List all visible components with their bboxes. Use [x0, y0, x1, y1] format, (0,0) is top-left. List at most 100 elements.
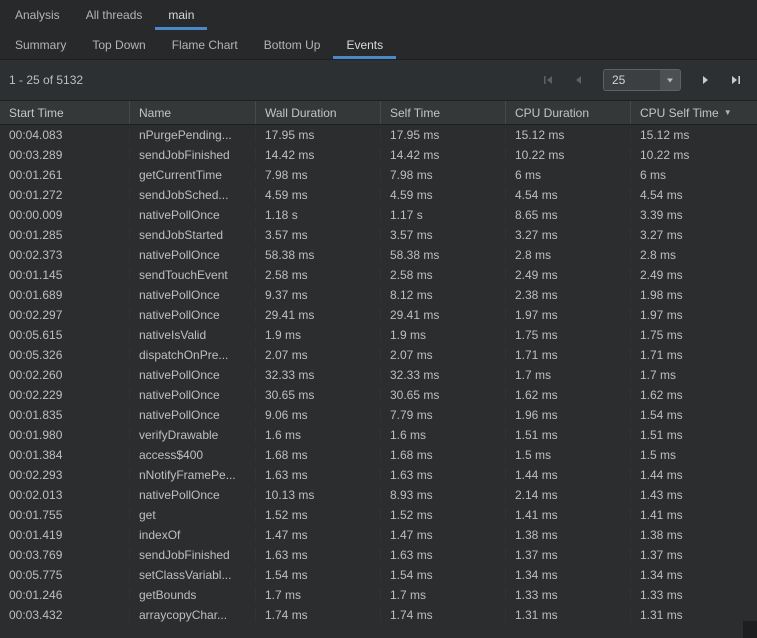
tab-label: Flame Chart	[172, 38, 238, 52]
table-row[interactable]: 00:02.229nativePollOnce30.65 ms30.65 ms1…	[0, 385, 757, 405]
table-cell: 9.37 ms	[256, 288, 381, 302]
table-row[interactable]: 00:05.326dispatchOnPre...2.07 ms2.07 ms1…	[0, 345, 757, 365]
table-cell: 00:03.769	[0, 548, 130, 562]
table-row[interactable]: 00:01.835nativePollOnce9.06 ms7.79 ms1.9…	[0, 405, 757, 425]
table-cell: 1.52 ms	[381, 508, 506, 522]
next-page-button[interactable]	[693, 68, 719, 92]
table-row[interactable]: 00:03.432arraycopyChar...1.74 ms1.74 ms1…	[0, 605, 757, 625]
table-row[interactable]: 00:02.013nativePollOnce10.13 ms8.93 ms2.…	[0, 485, 757, 505]
table-row[interactable]: 00:03.289sendJobFinished14.42 ms14.42 ms…	[0, 145, 757, 165]
column-header-wall-duration[interactable]: Wall Duration	[256, 101, 381, 124]
table-row[interactable]: 00:01.689nativePollOnce9.37 ms8.12 ms2.3…	[0, 285, 757, 305]
table-row[interactable]: 00:04.083nPurgePending...17.95 ms17.95 m…	[0, 125, 757, 145]
table-row[interactable]: 00:02.297nativePollOnce29.41 ms29.41 ms1…	[0, 305, 757, 325]
table-cell: 1.63 ms	[381, 468, 506, 482]
table-cell: 29.41 ms	[256, 308, 381, 322]
table-row[interactable]: 00:01.272sendJobSched...4.59 ms4.59 ms4.…	[0, 185, 757, 205]
table-cell: 9.06 ms	[256, 408, 381, 422]
tab-flame-chart[interactable]: Flame Chart	[159, 30, 251, 59]
table-row[interactable]: 00:05.775setClassVariabl...1.54 ms1.54 m…	[0, 565, 757, 585]
table-cell: 00:00.009	[0, 208, 130, 222]
table-cell: 1.54 ms	[256, 568, 381, 582]
chevron-down-icon	[660, 70, 680, 90]
table-row[interactable]: 00:01.261getCurrentTime7.98 ms7.98 ms6 m…	[0, 165, 757, 185]
tab-summary[interactable]: Summary	[2, 30, 79, 59]
tab-label: Bottom Up	[264, 38, 321, 52]
table-cell: 14.42 ms	[381, 148, 506, 162]
table-row[interactable]: 00:02.260nativePollOnce32.33 ms32.33 ms1…	[0, 365, 757, 385]
table-cell: 10.13 ms	[256, 488, 381, 502]
table-row[interactable]: 00:05.615nativeIsValid1.9 ms1.9 ms1.75 m…	[0, 325, 757, 345]
table-cell: 1.74 ms	[381, 608, 506, 622]
next-page-icon	[700, 74, 712, 86]
table-cell: 2.8 ms	[631, 248, 757, 262]
column-header-cpu-self-time[interactable]: CPU Self Time ▼	[631, 101, 757, 124]
table-cell: 4.54 ms	[631, 188, 757, 202]
table-cell: 00:01.285	[0, 228, 130, 242]
last-page-button[interactable]	[723, 68, 749, 92]
table-cell: 00:03.432	[0, 608, 130, 622]
table-cell: 1.17 s	[381, 208, 506, 222]
first-page-button[interactable]	[535, 68, 561, 92]
table-cell: 00:01.755	[0, 508, 130, 522]
table-cell: 1.54 ms	[381, 568, 506, 582]
table-cell: 7.98 ms	[381, 168, 506, 182]
table-cell: 1.97 ms	[506, 308, 631, 322]
table-row[interactable]: 00:01.246getBounds1.7 ms1.7 ms1.33 ms1.3…	[0, 585, 757, 605]
table-cell: 4.59 ms	[256, 188, 381, 202]
column-header-name[interactable]: Name	[130, 101, 256, 124]
table-row[interactable]: 00:01.285sendJobStarted3.57 ms3.57 ms3.2…	[0, 225, 757, 245]
column-header-self-time[interactable]: Self Time	[381, 101, 506, 124]
column-header-label: Start Time	[9, 106, 64, 120]
table-cell: nPurgePending...	[130, 128, 256, 142]
table-cell: nativePollOnce	[130, 488, 256, 502]
table-cell: 00:02.229	[0, 388, 130, 402]
table-cell: sendJobStarted	[130, 228, 256, 242]
table-cell: 1.68 ms	[256, 448, 381, 462]
previous-page-icon	[572, 74, 584, 86]
table-cell: 1.18 s	[256, 208, 381, 222]
table-cell: 1.63 ms	[256, 468, 381, 482]
table-cell: 3.57 ms	[381, 228, 506, 242]
column-header-start-time[interactable]: Start Time	[0, 101, 130, 124]
table-row[interactable]: 00:01.980verifyDrawable1.6 ms1.6 ms1.51 …	[0, 425, 757, 445]
table-cell: 1.7 ms	[256, 588, 381, 602]
table-row[interactable]: 00:01.419indexOf1.47 ms1.47 ms1.38 ms1.3…	[0, 525, 757, 545]
table-cell: 1.96 ms	[506, 408, 631, 422]
table-cell: nativeIsValid	[130, 328, 256, 342]
table-row[interactable]: 00:00.009nativePollOnce1.18 s1.17 s8.65 …	[0, 205, 757, 225]
table-row[interactable]: 00:01.145sendTouchEvent2.58 ms2.58 ms2.4…	[0, 265, 757, 285]
table-cell: 00:01.384	[0, 448, 130, 462]
last-page-icon	[730, 74, 742, 86]
table-cell: 1.62 ms	[506, 388, 631, 402]
table-cell: nativePollOnce	[130, 208, 256, 222]
tab-all-threads[interactable]: All threads	[73, 0, 156, 30]
table-cell: 1.47 ms	[381, 528, 506, 542]
table-cell: 30.65 ms	[381, 388, 506, 402]
table-cell: 58.38 ms	[256, 248, 381, 262]
table-row[interactable]: 00:02.373nativePollOnce58.38 ms58.38 ms2…	[0, 245, 757, 265]
prev-page-button[interactable]	[565, 68, 591, 92]
table-cell: 00:01.145	[0, 268, 130, 282]
tab-events[interactable]: Events	[333, 30, 396, 59]
table-cell: 00:02.013	[0, 488, 130, 502]
pagination-range-label: 1 - 25 of 5132	[9, 73, 83, 87]
table-cell: 30.65 ms	[256, 388, 381, 402]
table-cell: getCurrentTime	[130, 168, 256, 182]
table-cell: 1.63 ms	[256, 548, 381, 562]
table-cell: 2.8 ms	[506, 248, 631, 262]
tab-top-down[interactable]: Top Down	[79, 30, 158, 59]
table-row[interactable]: 00:02.293nNotifyFramePe...1.63 ms1.63 ms…	[0, 465, 757, 485]
column-header-label: Self Time	[390, 106, 440, 120]
page-size-select[interactable]: 25	[603, 69, 681, 91]
tab-main[interactable]: main	[155, 0, 207, 30]
table-row[interactable]: 00:01.755get1.52 ms1.52 ms1.41 ms1.41 ms	[0, 505, 757, 525]
table-row[interactable]: 00:03.769sendJobFinished1.63 ms1.63 ms1.…	[0, 545, 757, 565]
tab-analysis[interactable]: Analysis	[2, 0, 73, 30]
column-header-cpu-duration[interactable]: CPU Duration	[506, 101, 631, 124]
table-cell: get	[130, 508, 256, 522]
table-row[interactable]: 00:01.384access$4001.68 ms1.68 ms1.5 ms1…	[0, 445, 757, 465]
tab-bottom-up[interactable]: Bottom Up	[251, 30, 334, 59]
table-cell: 1.37 ms	[506, 548, 631, 562]
table-cell: 00:01.272	[0, 188, 130, 202]
